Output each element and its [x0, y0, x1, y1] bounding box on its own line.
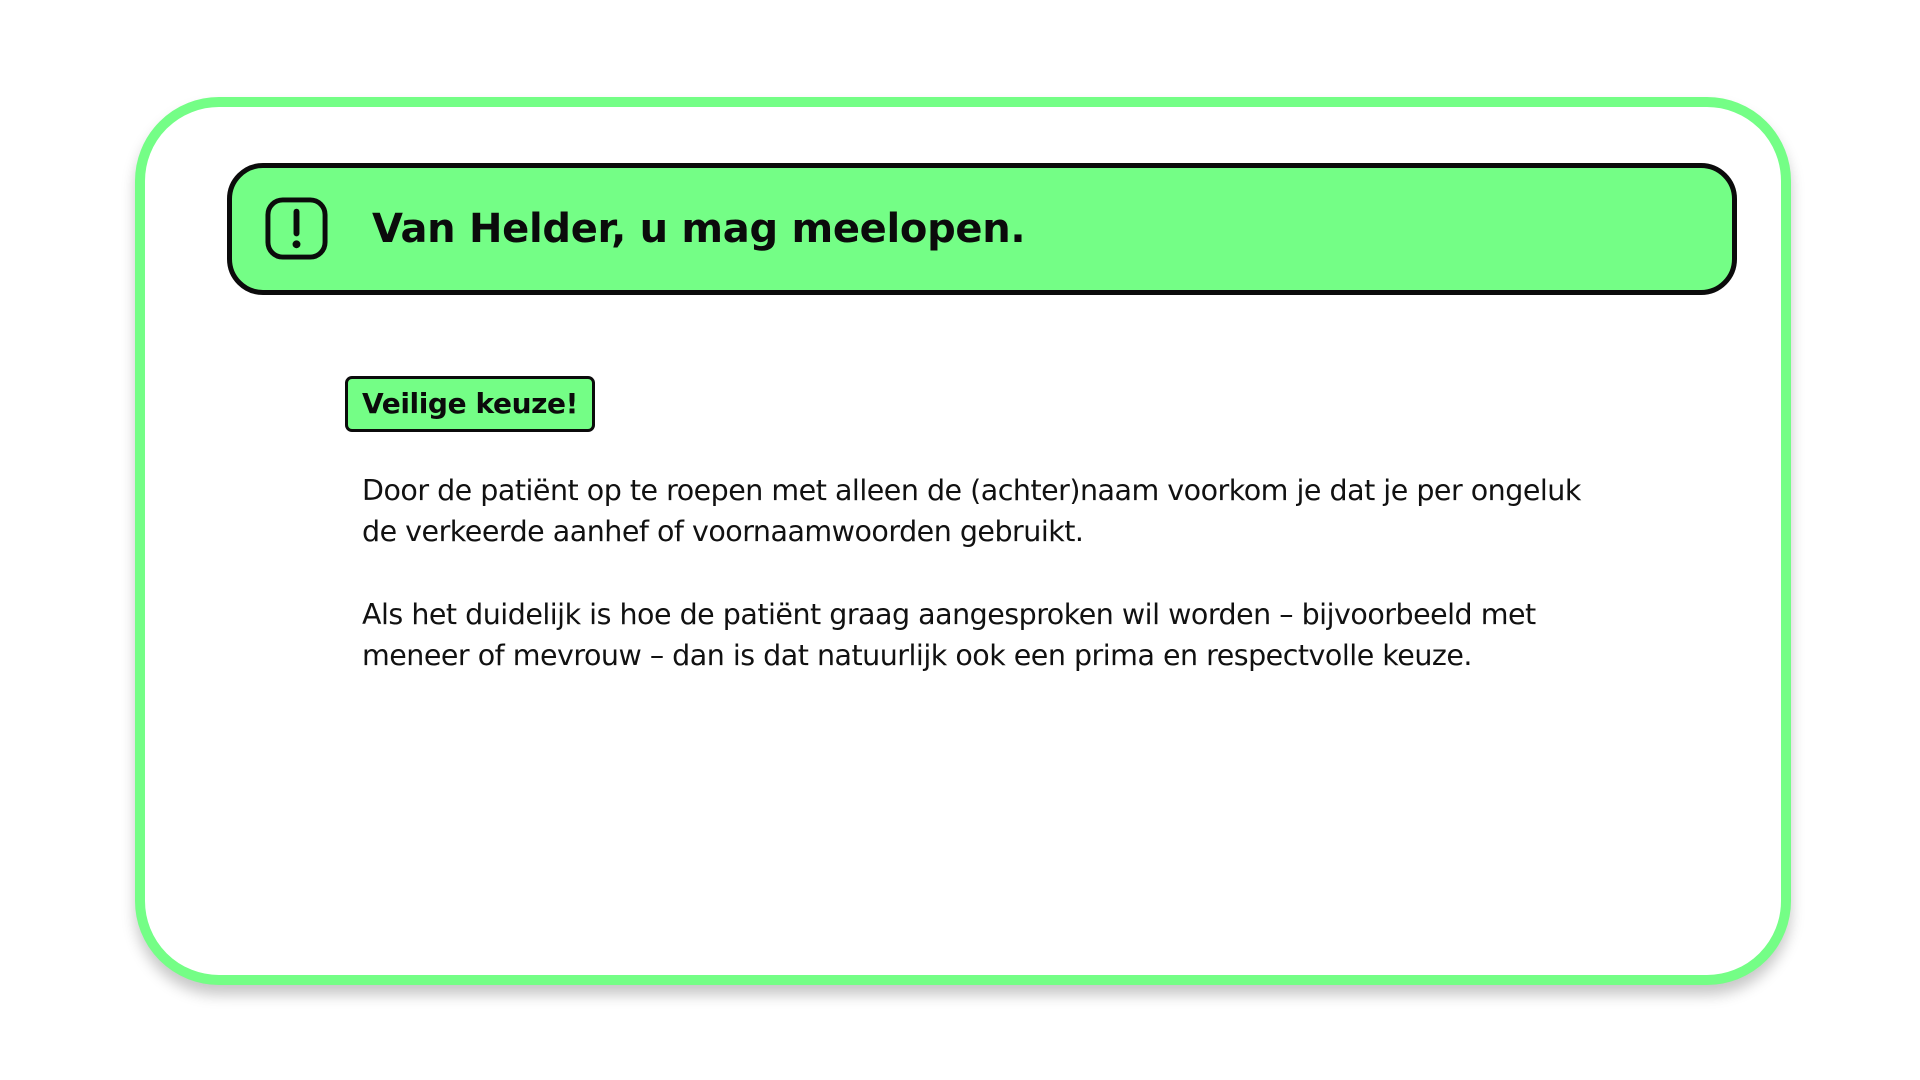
choice-badge: Veilige keuze! [345, 376, 595, 432]
explanation-paragraph: Als het duidelijk is hoe de patiënt graa… [362, 598, 1536, 672]
explanation-paragraph: Door de patiënt op te roepen met alleen … [362, 474, 1581, 548]
explanation-text: Door de patiënt op te roepen met alleen … [362, 470, 1602, 676]
alert-exclamation-icon [264, 196, 329, 261]
feedback-banner: Van Helder, u mag meelopen. [227, 163, 1737, 295]
feedback-card: Van Helder, u mag meelopen. Veilige keuz… [135, 97, 1791, 985]
feedback-title: Van Helder, u mag meelopen. [372, 206, 1026, 252]
